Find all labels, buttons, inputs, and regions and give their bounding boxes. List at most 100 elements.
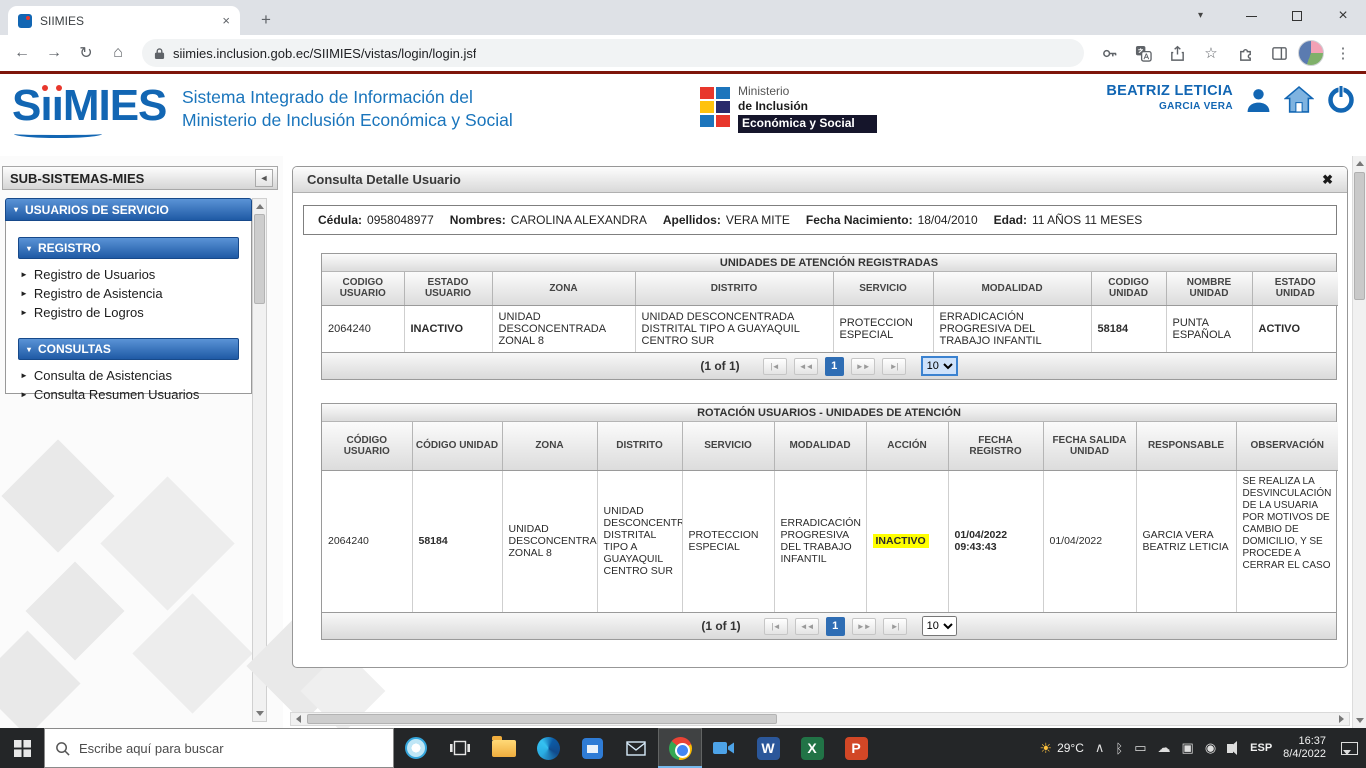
page-size-select[interactable]: 10 — [921, 356, 958, 376]
bullet-arrow-icon: ► — [20, 371, 28, 380]
home-button[interactable]: ⌂ — [104, 39, 132, 67]
sidebar-item-registro-asistencia[interactable]: ► Registro de Asistencia — [6, 284, 251, 303]
new-tab-button[interactable]: + — [254, 8, 278, 32]
app-title-line1: Sistema Integrado de Información del — [182, 86, 513, 109]
window-maximize-button[interactable] — [1274, 0, 1320, 32]
current-page-button[interactable]: 1 — [826, 617, 845, 636]
translate-icon[interactable] — [1128, 39, 1158, 67]
accordion-label: USUARIOS DE SERVICIO — [25, 203, 169, 217]
current-page-button[interactable]: 1 — [825, 357, 844, 376]
edge-icon — [537, 737, 560, 760]
menu-section-registro[interactable]: ▾ REGISTRO — [18, 237, 239, 259]
window-close-button[interactable]: × — [1320, 0, 1366, 32]
edad-value: 11 AÑOS 11 MESES — [1032, 213, 1142, 227]
tab-close-icon[interactable]: × — [222, 13, 230, 28]
next-page-button[interactable]: ►► — [852, 618, 876, 635]
scroll-down-arrow[interactable] — [1353, 714, 1366, 728]
password-key-icon[interactable] — [1094, 39, 1124, 67]
scroll-up-arrow[interactable] — [253, 199, 266, 213]
prev-page-button[interactable]: ◄◄ — [794, 358, 818, 375]
language-indicator[interactable]: ESP — [1250, 742, 1272, 754]
user-profile-icon[interactable] — [1245, 86, 1272, 113]
sidebar-item-consulta-resumen[interactable]: ► Consulta Resumen Usuarios — [6, 385, 251, 404]
page-size-select[interactable]: 10 — [922, 616, 957, 636]
prev-page-button[interactable]: ◄◄ — [795, 618, 819, 635]
address-bar[interactable]: siimies.inclusion.gob.ec/SIIMIES/vistas/… — [142, 39, 1084, 67]
horizontal-scrollbar[interactable] — [290, 712, 1350, 726]
user-box: BEATRIZ LETICIA GARCIA VERA — [1106, 84, 1356, 114]
scroll-down-arrow[interactable] — [253, 707, 266, 721]
cortana-button[interactable] — [394, 728, 438, 768]
browser-tab[interactable]: SIIMIES × — [8, 6, 240, 35]
powerpoint-button[interactable]: P — [834, 728, 878, 768]
start-button[interactable] — [0, 728, 44, 768]
file-explorer-button[interactable] — [482, 728, 526, 768]
sidebar-item-consulta-asistencias[interactable]: ► Consulta de Asistencias — [6, 366, 251, 385]
scrollbar-thumb[interactable] — [254, 214, 265, 304]
mail-button[interactable] — [614, 728, 658, 768]
panel-close-icon[interactable]: ✖ — [1322, 172, 1333, 188]
tab-search-icon[interactable]: ▾ — [1198, 10, 1203, 21]
store-app-button[interactable] — [570, 728, 614, 768]
onedrive-cloud-icon[interactable]: ☁ — [1158, 740, 1171, 756]
forward-button[interactable]: → — [40, 39, 68, 67]
taskbar-clock[interactable]: 16:37 8/4/2022 — [1283, 735, 1326, 761]
word-icon: W — [757, 737, 780, 760]
scrollbar-thumb[interactable] — [1354, 172, 1365, 300]
table-cell: UNIDAD DESCONCENTRADA DISTRITAL TIPO A G… — [597, 470, 682, 612]
column-header: CODIGO UNIDAD — [1091, 272, 1166, 305]
scroll-up-arrow[interactable] — [1353, 156, 1366, 170]
task-view-button[interactable] — [438, 728, 482, 768]
scrollbar-thumb[interactable] — [307, 714, 777, 724]
column-header: DISTRITO — [597, 422, 682, 470]
browser-menu-icon[interactable]: ⋮ — [1328, 39, 1358, 67]
powerpoint-icon: P — [845, 737, 868, 760]
sidebar-item-registro-logros[interactable]: ► Registro de Logros — [6, 303, 251, 322]
profile-avatar[interactable] — [1298, 40, 1324, 66]
watermark-shape — [1, 439, 114, 552]
window-minimize-button[interactable] — [1228, 0, 1274, 32]
last-page-button[interactable]: ►| — [883, 618, 907, 635]
first-page-button[interactable]: |◄ — [764, 618, 788, 635]
menu-section-consultas[interactable]: ▾ CONSULTAS — [18, 338, 239, 360]
word-button[interactable]: W — [746, 728, 790, 768]
last-page-button[interactable]: ►| — [882, 358, 906, 375]
chrome-button-active[interactable] — [658, 728, 702, 768]
logo-part: MIES — [63, 81, 167, 130]
scroll-right-arrow[interactable] — [1335, 713, 1349, 725]
share-icon[interactable] — [1162, 39, 1192, 67]
volume-speaker-icon[interactable] — [1227, 744, 1233, 753]
logout-power-icon[interactable] — [1326, 84, 1356, 114]
screen: SIIMIES × + ▾ × ← → ↻ ⌂ siimies.inclusio… — [0, 0, 1366, 768]
first-page-button[interactable]: |◄ — [763, 358, 787, 375]
vertical-scrollbar[interactable] — [1352, 156, 1366, 728]
nombres-value: CAROLINA ALEXANDRA — [511, 213, 647, 227]
accordion-header-usuarios-de-servicio[interactable]: ▾ USUARIOS DE SERVICIO — [5, 198, 252, 221]
edge-button[interactable] — [526, 728, 570, 768]
video-meeting-button[interactable] — [702, 728, 746, 768]
sidebar-collapse-button[interactable]: ◄ — [255, 169, 273, 187]
tray-expand-icon[interactable]: ∧ — [1095, 740, 1105, 756]
sidebar-scrollbar[interactable] — [252, 198, 267, 722]
content-area: Consulta Detalle Usuario ✖ Cédula: 09580… — [283, 156, 1352, 728]
ministry-line3: Económica y Social — [738, 115, 877, 133]
reload-button[interactable]: ↻ — [72, 39, 100, 67]
taskbar-search-box[interactable]: Escribe aquí para buscar — [44, 728, 394, 768]
battery-icon[interactable]: ▭ — [1134, 740, 1146, 756]
home-nav-icon[interactable] — [1284, 86, 1314, 113]
extensions-puzzle-icon[interactable] — [1230, 39, 1260, 67]
bluetooth-icon[interactable]: ᛒ — [1115, 741, 1123, 756]
next-page-button[interactable]: ►► — [851, 358, 875, 375]
bookmark-star-icon[interactable]: ☆ — [1196, 39, 1226, 67]
security-shield-icon[interactable]: ▣ — [1182, 740, 1194, 756]
side-panel-icon[interactable] — [1264, 39, 1294, 67]
weather-widget[interactable]: ☀ 29°C — [1040, 740, 1084, 757]
estado-unidad-cell: ACTIVO — [1252, 305, 1338, 352]
user-surnames: GARCIA VERA — [1106, 99, 1233, 114]
scroll-left-arrow[interactable] — [291, 713, 305, 725]
sidebar-item-registro-usuarios[interactable]: ► Registro de Usuarios — [6, 265, 251, 284]
network-signal-icon[interactable]: ◉ — [1205, 740, 1216, 756]
excel-button[interactable]: X — [790, 728, 834, 768]
action-center-icon[interactable] — [1341, 742, 1358, 755]
back-button[interactable]: ← — [8, 39, 36, 67]
